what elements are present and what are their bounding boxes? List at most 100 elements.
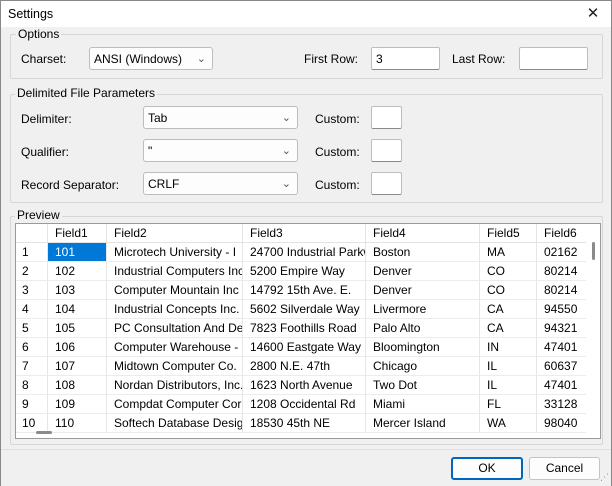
table-row[interactable]: 10 110 Softech Database Design 18530 45th N…	[16, 414, 600, 433]
table-cell[interactable]: 1208 Occidental Rd	[243, 395, 366, 414]
table-cell[interactable]: PC Consultation And De	[107, 319, 243, 338]
custom-label: Custom:	[315, 112, 360, 126]
column-header[interactable]: Field4	[366, 224, 480, 243]
table-cell[interactable]: Industrial Computers Inc	[107, 262, 243, 281]
column-header[interactable]: Field2	[107, 224, 243, 243]
qualifier-dropdown[interactable]: " ⌄	[143, 139, 298, 162]
delimiter-dropdown[interactable]: Tab ⌄	[143, 106, 298, 129]
table-cell[interactable]: 106	[48, 338, 107, 357]
table-cell[interactable]: Bloomington	[366, 338, 480, 357]
last-row-input[interactable]	[519, 47, 588, 70]
table-row[interactable]: 7 107 Midtown Computer Co. 2800 N.E. 47th Ch…	[16, 357, 600, 376]
delimiter-value: Tab	[148, 111, 168, 125]
table-cell[interactable]: Livermore	[366, 300, 480, 319]
table-cell[interactable]: CA	[480, 300, 537, 319]
table-cell[interactable]: Midtown Computer Co.	[107, 357, 243, 376]
table-cell[interactable]: 2800 N.E. 47th	[243, 357, 366, 376]
table-cell[interactable]: 109	[48, 395, 107, 414]
table-cell[interactable]: 5200 Empire Way	[243, 262, 366, 281]
table-cell[interactable]: FL	[480, 395, 537, 414]
vertical-scroll-thumb[interactable]	[592, 242, 595, 260]
table-row[interactable]: 1 101 Microtech University - I 24700 Indust…	[16, 243, 600, 262]
charset-dropdown[interactable]: ANSI (Windows) ⌄	[89, 47, 213, 70]
charset-label: Charset:	[21, 52, 67, 66]
table-cell[interactable]: MA	[480, 243, 537, 262]
charset-value: ANSI (Windows)	[94, 52, 183, 66]
delimiter-custom-input[interactable]	[371, 106, 402, 129]
record-separator-dropdown[interactable]: CRLF ⌄	[143, 172, 298, 195]
table-cell[interactable]: Palo Alto	[366, 319, 480, 338]
table-row[interactable]: 9 109 Compdat Computer Cor 1208 Occidental …	[16, 395, 600, 414]
table-cell[interactable]: 14792 15th Ave. E.	[243, 281, 366, 300]
table-cell[interactable]: WA	[480, 414, 537, 433]
column-header[interactable]: Field3	[243, 224, 366, 243]
table-cell[interactable]: Compdat Computer Cor	[107, 395, 243, 414]
row-number: 8	[16, 376, 48, 395]
window-title: Settings	[8, 7, 54, 21]
table-cell[interactable]: 14600 Eastgate Way	[243, 338, 366, 357]
table-cell[interactable]: IL	[480, 357, 537, 376]
table-cell[interactable]: CO	[480, 262, 537, 281]
table-cell[interactable]: Softech Database Design	[107, 414, 243, 433]
title-bar: Settings ✕	[1, 1, 611, 27]
table-cell[interactable]: Denver	[366, 281, 480, 300]
qualifier-label: Qualifier:	[21, 145, 70, 159]
table-cell[interactable]: Denver	[366, 262, 480, 281]
column-header[interactable]: Field1	[48, 224, 107, 243]
table-cell[interactable]: Boston	[366, 243, 480, 262]
delimiter-label: Delimiter:	[21, 112, 72, 126]
table-cell[interactable]: 101	[48, 243, 107, 262]
horizontal-scroll-thumb[interactable]	[36, 431, 52, 434]
table-cell[interactable]: 18530 45th NE	[243, 414, 366, 433]
table-cell[interactable]: 7823 Foothills Road	[243, 319, 366, 338]
first-row-input[interactable]: 3	[371, 47, 440, 70]
table-row[interactable]: 6 106 Computer Warehouse -14600 Eastgate W…	[16, 338, 600, 357]
table-row[interactable]: 4 104 Industrial Concepts Inc. 5602 Silverd…	[16, 300, 600, 319]
options-legend: Options	[16, 27, 62, 41]
table-cell[interactable]: Microtech University - I	[107, 243, 243, 262]
resize-grip-icon[interactable]: ⋰	[600, 472, 609, 483]
table-cell[interactable]: Industrial Concepts Inc.	[107, 300, 243, 319]
table-cell[interactable]: CO	[480, 281, 537, 300]
custom-label: Custom:	[315, 178, 360, 192]
table-cell[interactable]: 110	[48, 414, 107, 433]
table-cell[interactable]: Miami	[366, 395, 480, 414]
table-cell[interactable]: IL	[480, 376, 537, 395]
row-number: 3	[16, 281, 48, 300]
table-cell[interactable]: Computer Mountain Inc	[107, 281, 243, 300]
table-cell[interactable]: CA	[480, 319, 537, 338]
vertical-scrollbar[interactable]	[586, 224, 600, 438]
row-number: 4	[16, 300, 48, 319]
preview-grid[interactable]: Field1 Field2 Field3 Field4 Field5 Field…	[15, 223, 601, 439]
table-cell[interactable]: 108	[48, 376, 107, 395]
table-cell[interactable]: 1623 North Avenue	[243, 376, 366, 395]
table-cell[interactable]: 104	[48, 300, 107, 319]
table-cell[interactable]: 107	[48, 357, 107, 376]
table-row[interactable]: 3 103 Computer Mountain Inc 14792 15th Ave.…	[16, 281, 600, 300]
column-header[interactable]: Field5	[480, 224, 537, 243]
first-row-value: 3	[376, 52, 383, 66]
table-cell[interactable]: 105	[48, 319, 107, 338]
table-row[interactable]: 2 102 Industrial Computers Inc 5200 Empire …	[16, 262, 600, 281]
row-number: 5	[16, 319, 48, 338]
dialog-footer: OK Cancel ⋰	[1, 449, 611, 486]
ok-button[interactable]: OK	[451, 457, 523, 480]
table-cell[interactable]: Two Dot	[366, 376, 480, 395]
table-cell[interactable]: IN	[480, 338, 537, 357]
table-row[interactable]: 5 105 PC Consultation And De 7823 Foothills…	[16, 319, 600, 338]
table-cell[interactable]: Mercer Island	[366, 414, 480, 433]
qualifier-custom-input[interactable]	[371, 139, 402, 162]
table-cell[interactable]: Nordan Distributors, Inc.	[107, 376, 243, 395]
table-cell[interactable]: 24700 Industrial Parkw	[243, 243, 366, 262]
cancel-button[interactable]: Cancel	[529, 457, 600, 480]
settings-dialog: Settings ✕ Options Charset: ANSI (Window…	[0, 0, 612, 486]
close-icon[interactable]: ✕	[575, 1, 611, 27]
record-separator-custom-input[interactable]	[371, 172, 402, 195]
table-cell[interactable]: 103	[48, 281, 107, 300]
table-cell[interactable]: 5602 Silverdale Way	[243, 300, 366, 319]
row-number-header	[16, 224, 48, 243]
table-row[interactable]: 8 108 Nordan Distributors, Inc. 1623 North …	[16, 376, 600, 395]
table-cell[interactable]: Computer Warehouse -	[107, 338, 243, 357]
table-cell[interactable]: Chicago	[366, 357, 480, 376]
table-cell[interactable]: 102	[48, 262, 107, 281]
